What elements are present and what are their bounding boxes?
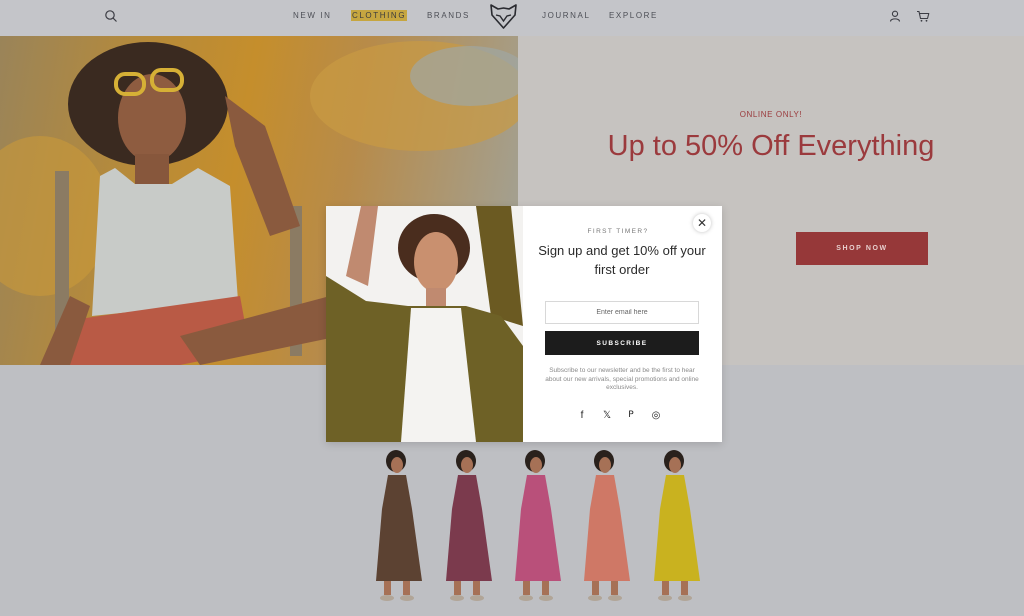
search-icon[interactable] bbox=[104, 9, 118, 23]
nav-journal[interactable]: JOURNAL bbox=[542, 11, 591, 20]
dress-product-2[interactable] bbox=[440, 449, 496, 605]
site-header: NEW IN CLOTHING BRANDS JOURNAL EXPLORE bbox=[0, 0, 1024, 36]
dress-product-1[interactable] bbox=[370, 449, 426, 605]
facebook-icon[interactable]: f bbox=[576, 409, 588, 421]
modal-eyebrow: FIRST TIMER? bbox=[587, 228, 649, 235]
newsletter-modal: ✕ FIRST TIMER? Sign up and get 10% off y… bbox=[326, 206, 722, 442]
fox-logo[interactable] bbox=[489, 3, 518, 30]
nav-new-in[interactable]: NEW IN bbox=[293, 11, 332, 20]
instagram-icon[interactable]: ◎ bbox=[650, 409, 662, 421]
dress-product-5[interactable] bbox=[648, 449, 704, 605]
modal-title: Sign up and get 10% off your first order bbox=[538, 243, 706, 277]
shop-now-button[interactable]: SHOP NOW bbox=[796, 232, 928, 265]
modal-content: ✕ FIRST TIMER? Sign up and get 10% off y… bbox=[523, 206, 722, 442]
x-icon[interactable]: 𝕏 bbox=[601, 409, 613, 421]
email-field[interactable] bbox=[545, 301, 699, 324]
pinterest-icon[interactable]: P bbox=[625, 409, 637, 421]
promo-label: ONLINE ONLY! bbox=[739, 110, 803, 119]
nav-brands[interactable]: BRANDS bbox=[427, 11, 470, 20]
nav-explore[interactable]: EXPLORE bbox=[609, 11, 658, 20]
model-photo-illustration bbox=[326, 206, 523, 442]
promo-title: Up to 50% Off Everything bbox=[607, 130, 935, 162]
account-icon[interactable] bbox=[888, 9, 902, 23]
nav-clothing[interactable]: CLOTHING bbox=[351, 10, 408, 21]
modal-description: Subscribe to our newsletter and be the f… bbox=[545, 367, 699, 391]
dress-product-4[interactable] bbox=[578, 449, 634, 605]
dress-product-3[interactable] bbox=[509, 449, 565, 605]
subscribe-button[interactable]: SUBSCRIBE bbox=[545, 331, 699, 355]
modal-image bbox=[326, 206, 523, 442]
cart-icon[interactable] bbox=[916, 9, 930, 23]
